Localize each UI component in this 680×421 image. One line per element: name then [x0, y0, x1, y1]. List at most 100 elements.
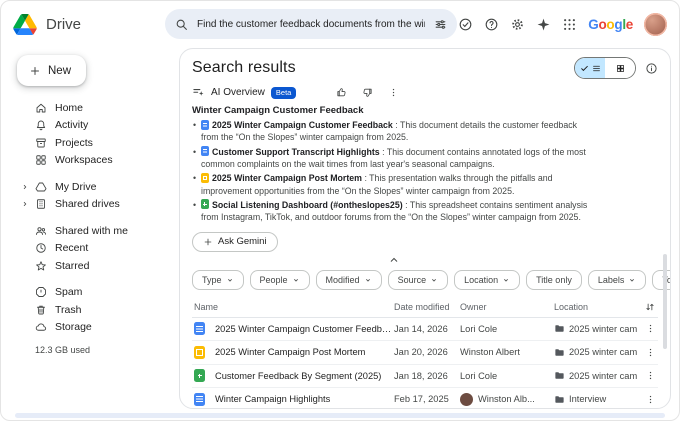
docs-file-icon: [194, 322, 205, 335]
date-modified: Jan 18, 2026: [394, 371, 460, 381]
owner-name: Winston Albert: [460, 347, 520, 357]
date-modified: Jan 20, 2026: [394, 347, 460, 357]
beta-badge: Beta: [271, 87, 296, 99]
chevron-down-icon: [502, 276, 510, 284]
ai-overview-header: AI Overview Beta: [192, 86, 658, 99]
row-more-icon[interactable]: [642, 323, 658, 334]
sidebar-item-shared-drives[interactable]: Shared drives: [15, 196, 169, 214]
people-icon: [35, 225, 47, 237]
new-button[interactable]: New: [17, 55, 86, 86]
thumbs-up-icon[interactable]: [336, 87, 347, 98]
table-row[interactable]: 2025 Winter Campaign Customer Feedback J…: [192, 318, 658, 342]
projects-box-icon: [35, 137, 47, 149]
vertical-scrollbar[interactable]: [663, 254, 667, 349]
slides-file-icon: [194, 346, 205, 359]
table-row[interactable]: Winter Campaign Highlights Feb 17, 2025 …: [192, 388, 658, 409]
star-icon: [35, 260, 47, 272]
slides-file-icon: [201, 173, 209, 183]
sidebar-item-shared-with-me[interactable]: Shared with me: [15, 222, 169, 240]
filter-chip-labels[interactable]: Labels: [588, 270, 647, 290]
file-link[interactable]: 2025 Winter Campaign Customer Feedback: [212, 120, 393, 130]
top-bar: Drive: [1, 1, 679, 47]
apps-grid-icon[interactable]: [562, 17, 577, 32]
file-link[interactable]: Customer Support Transcript Highlights: [212, 147, 380, 157]
ai-overview-heading: Winter Campaign Customer Feedback: [192, 105, 596, 116]
drive-logo-icon: [13, 14, 37, 35]
list-view-button[interactable]: [575, 58, 605, 78]
expand-caret-icon[interactable]: [21, 200, 29, 208]
sidebar-item-activity[interactable]: Activity: [15, 117, 169, 135]
ai-overview-label: AI Overview: [211, 87, 265, 98]
filter-chip-people[interactable]: People: [250, 270, 310, 290]
status-check-icon[interactable]: [458, 17, 473, 32]
ai-bullet: 2025 Winter Campaign Post Mortem : This …: [192, 172, 596, 197]
sheets-file-icon: [194, 369, 205, 382]
grid-view-icon: [616, 64, 625, 73]
ai-bullet: Social Listening Dashboard (#ontheslopes…: [192, 199, 596, 224]
check-icon: [580, 64, 589, 73]
row-more-icon[interactable]: [642, 394, 658, 405]
filter-chip-location[interactable]: Location: [454, 270, 520, 290]
file-link[interactable]: 2025 Winter Campaign Post Mortem: [212, 173, 362, 183]
ai-overview-more-icon[interactable]: [388, 87, 399, 98]
plus-icon: [203, 237, 213, 247]
filter-chip-to-do[interactable]: To do: [652, 270, 671, 290]
filter-chip-modified[interactable]: Modified: [316, 270, 382, 290]
column-header-name[interactable]: Name: [192, 302, 394, 312]
sidebar-item-starred[interactable]: Starred: [15, 257, 169, 275]
sort-order-icon[interactable]: [642, 302, 658, 312]
expand-caret-icon[interactable]: [21, 183, 29, 191]
sidebar-item-my-drive[interactable]: My Drive: [15, 178, 169, 196]
drive-app-window: Drive: [0, 0, 680, 421]
column-header-date-modified[interactable]: Date modified: [394, 302, 460, 312]
sidebar-item-workspaces[interactable]: Workspaces: [15, 152, 169, 170]
cloud-icon: [35, 321, 47, 333]
table-row[interactable]: 2025 Winter Campaign Post Mortem Jan 20,…: [192, 341, 658, 365]
file-link[interactable]: Social Listening Dashboard (#ontheslopes…: [212, 200, 403, 210]
date-modified: Feb 17, 2025: [394, 394, 460, 404]
horizontal-scrollbar[interactable]: [15, 413, 665, 418]
sidebar: New Home Activity Projects Workspaces: [1, 47, 177, 420]
docs-file-icon: [194, 393, 205, 406]
thumbs-down-icon[interactable]: [362, 87, 373, 98]
chevron-down-icon: [628, 276, 636, 284]
table-row[interactable]: Customer Feedback By Segment (2025) Jan …: [192, 365, 658, 389]
sidebar-item-storage[interactable]: Storage: [15, 319, 169, 337]
account-avatar[interactable]: [644, 13, 667, 36]
details-info-icon[interactable]: [645, 62, 658, 75]
search-filters-icon[interactable]: [434, 18, 447, 31]
sidebar-item-home[interactable]: Home: [15, 99, 169, 117]
column-header-owner[interactable]: Owner: [460, 302, 554, 312]
collapse-overview-button[interactable]: [192, 254, 596, 266]
sidebar-item-projects[interactable]: Projects: [15, 134, 169, 152]
settings-gear-icon[interactable]: [510, 17, 525, 32]
drive-brand[interactable]: Drive: [13, 14, 165, 35]
chevron-down-icon: [430, 276, 438, 284]
filter-chip-type[interactable]: Type: [192, 270, 244, 290]
activity-bell-icon: [35, 119, 47, 131]
file-name: Customer Feedback By Segment (2025): [215, 371, 381, 381]
search-bar[interactable]: [165, 9, 457, 39]
filter-chip-title-only[interactable]: Title only: [526, 270, 582, 290]
clock-icon: [35, 242, 47, 254]
gemini-sparkle-icon[interactable]: [536, 17, 551, 32]
page-title: Search results: [192, 59, 296, 77]
app-name: Drive: [46, 16, 81, 33]
file-name: Winter Campaign Highlights: [215, 394, 330, 404]
help-icon[interactable]: [484, 17, 499, 32]
sheets-file-icon: [201, 199, 209, 209]
row-more-icon[interactable]: [642, 347, 658, 358]
list-view-icon: [592, 64, 601, 73]
sidebar-item-recent[interactable]: Recent: [15, 240, 169, 258]
sidebar-item-spam[interactable]: Spam: [15, 284, 169, 302]
column-header-location[interactable]: Location: [554, 302, 642, 312]
row-more-icon[interactable]: [642, 370, 658, 381]
file-name: 2025 Winter Campaign Customer Feedback: [215, 324, 394, 334]
view-controls: [574, 57, 658, 79]
filter-chip-source[interactable]: Source: [388, 270, 449, 290]
sidebar-item-trash[interactable]: Trash: [15, 301, 169, 319]
location-name: Interview: [569, 394, 606, 404]
grid-view-button[interactable]: [605, 58, 635, 78]
ask-gemini-button[interactable]: Ask Gemini: [192, 232, 278, 252]
search-input[interactable]: [195, 18, 427, 31]
